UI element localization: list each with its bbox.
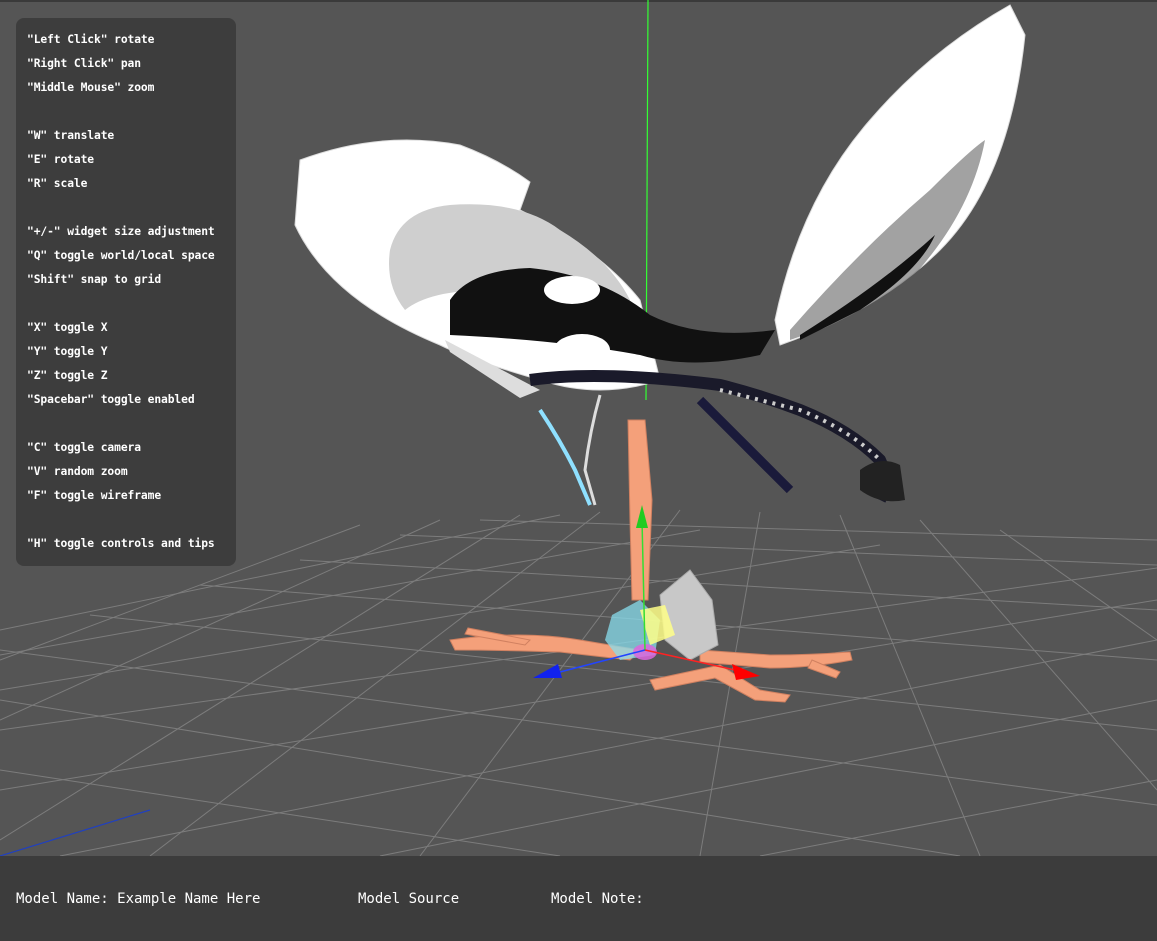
- control-tip-line: "V" random zoom: [27, 465, 128, 478]
- controls-tips-panel: "Left Click" rotate "Right Click" pan "Mid…: [16, 18, 236, 566]
- controls-spacer: [27, 295, 236, 319]
- control-tip-line: "C" toggle camera: [27, 441, 141, 454]
- model-name-label: Model Name: Example Name Here: [16, 891, 261, 907]
- model-info-bar: Model Name: Example Name Here Model Sour…: [0, 856, 1157, 941]
- control-tip-line: "Shift" snap to grid: [27, 273, 162, 286]
- control-tip-line: "Left Click" rotate: [27, 33, 155, 46]
- control-tip-line: "Y" toggle Y: [27, 345, 108, 358]
- control-tip-line: "E" rotate: [27, 153, 95, 166]
- right-wing: [774, 4, 1026, 346]
- 3d-viewport[interactable]: "Left Click" rotate "Right Click" pan "Mid…: [0, 0, 1157, 856]
- branch-stand: [449, 419, 853, 703]
- z-axis-line: [0, 809, 151, 856]
- control-tip-line: "X" toggle X: [27, 321, 108, 334]
- left-wing: [294, 139, 775, 398]
- controls-spacer: [27, 199, 236, 223]
- control-tip-line: "Middle Mouse" zoom: [27, 81, 155, 94]
- model-source-link[interactable]: Model Source: [358, 891, 459, 907]
- controls-spacer: [27, 511, 236, 535]
- control-tip-line: "W" translate: [27, 129, 115, 142]
- control-tip-line: "+/-" widget size adjustment: [27, 225, 215, 238]
- model-note-label: Model Note:: [551, 891, 644, 907]
- controls-spacer: [27, 103, 236, 127]
- control-tip-line: "F" toggle wireframe: [27, 489, 162, 502]
- control-tip-line: "H" toggle controls and tips: [27, 537, 215, 550]
- control-tip-line: "Q" toggle world/local space: [27, 249, 215, 262]
- control-tip-line: "Z" toggle Z: [27, 369, 108, 382]
- control-tip-line: "Right Click" pan: [27, 57, 141, 70]
- control-tip-line: "Spacebar" toggle enabled: [27, 393, 195, 406]
- controls-spacer: [27, 415, 236, 439]
- control-tip-line: "R" scale: [27, 177, 88, 190]
- z-axis-handle[interactable]: [533, 664, 562, 678]
- dragon-body: [529, 370, 905, 506]
